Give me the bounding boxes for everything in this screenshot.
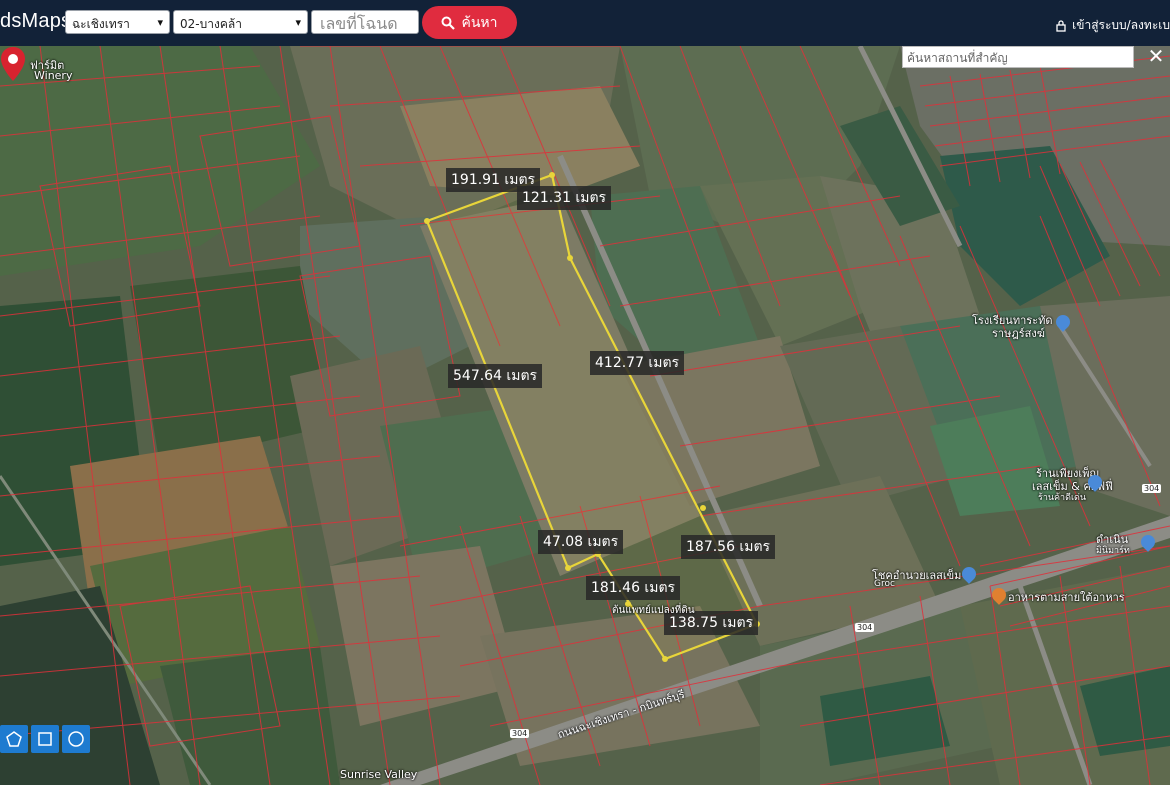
place-label: Sunrise Valley	[340, 768, 418, 781]
road-shield: 304	[855, 623, 875, 632]
place-label: Winery	[34, 69, 73, 82]
province-select[interactable]: ฉะเชิงเทรา ▾	[65, 10, 170, 34]
chevron-down-icon: ▾	[157, 16, 163, 29]
rectangle-icon	[38, 732, 52, 746]
place-label: Groc	[874, 579, 895, 589]
place-label: อาหารตามสายใต้อาหาร	[1008, 591, 1125, 604]
place-label: ราษฎร์สงฆ์	[992, 327, 1045, 340]
place-label: ต้นแพทย์แปลงที่ดิน	[612, 605, 695, 616]
login-label: เข้าสู่ระบบ/ลงทะเบ	[1072, 18, 1170, 32]
search-button-label: ค้นหา	[461, 14, 498, 31]
place-label: ร้านค้าดีเด่น	[1038, 493, 1087, 503]
measurement-label: 412.77 เมตร	[590, 351, 685, 375]
login-link[interactable]: เข้าสู่ระบบ/ลงทะเบ	[1056, 16, 1170, 35]
measurement-label: 121.31 เมตร	[517, 186, 612, 210]
measurement-label: 47.08 เมตร	[538, 530, 624, 554]
measurement-label: 181.46 เมตร	[586, 576, 681, 600]
brand-logo[interactable]: dsMaps	[0, 10, 71, 33]
search-button[interactable]: ค้นหา	[422, 6, 517, 39]
chevron-down-icon: ▾	[295, 16, 301, 29]
measurement-label: 547.64 เมตร	[448, 364, 543, 388]
search-icon	[441, 16, 456, 30]
measurement-label: 187.56 เมตร	[681, 535, 776, 559]
drawing-toolbar	[0, 725, 90, 753]
close-icon[interactable]: ✕	[1146, 46, 1166, 68]
province-select-value: ฉะเชิงเทรา	[72, 17, 130, 31]
place-label: มินิมาร์ท	[1096, 546, 1130, 556]
circle-icon	[68, 731, 84, 747]
circle-tool-button[interactable]	[62, 725, 90, 753]
road-shield: 304	[510, 729, 530, 738]
top-bar: dsMaps ฉะเชิงเทรา ▾ 02-บางคล้า ▾ เลขที่โ…	[0, 0, 1170, 46]
satellite-map	[0, 46, 1170, 785]
rectangle-tool-button[interactable]	[31, 725, 59, 753]
map-view[interactable]: 191.91 เมตร 121.31 เมตร 547.64 เมตร 412.…	[0, 46, 1170, 785]
location-pin-icon[interactable]	[0, 46, 26, 82]
polygon-tool-button[interactable]	[0, 725, 28, 753]
polygon-icon	[6, 731, 22, 747]
lock-icon	[1056, 19, 1066, 32]
district-select-value: 02-บางคล้า	[180, 17, 242, 31]
deed-number-input[interactable]: เลขที่โฉนด	[311, 10, 419, 34]
place-search-input[interactable]: ค้นหาสถานที่สำคัญ	[902, 46, 1134, 68]
road-shield: 304	[1142, 484, 1162, 493]
district-select[interactable]: 02-บางคล้า ▾	[173, 10, 308, 34]
